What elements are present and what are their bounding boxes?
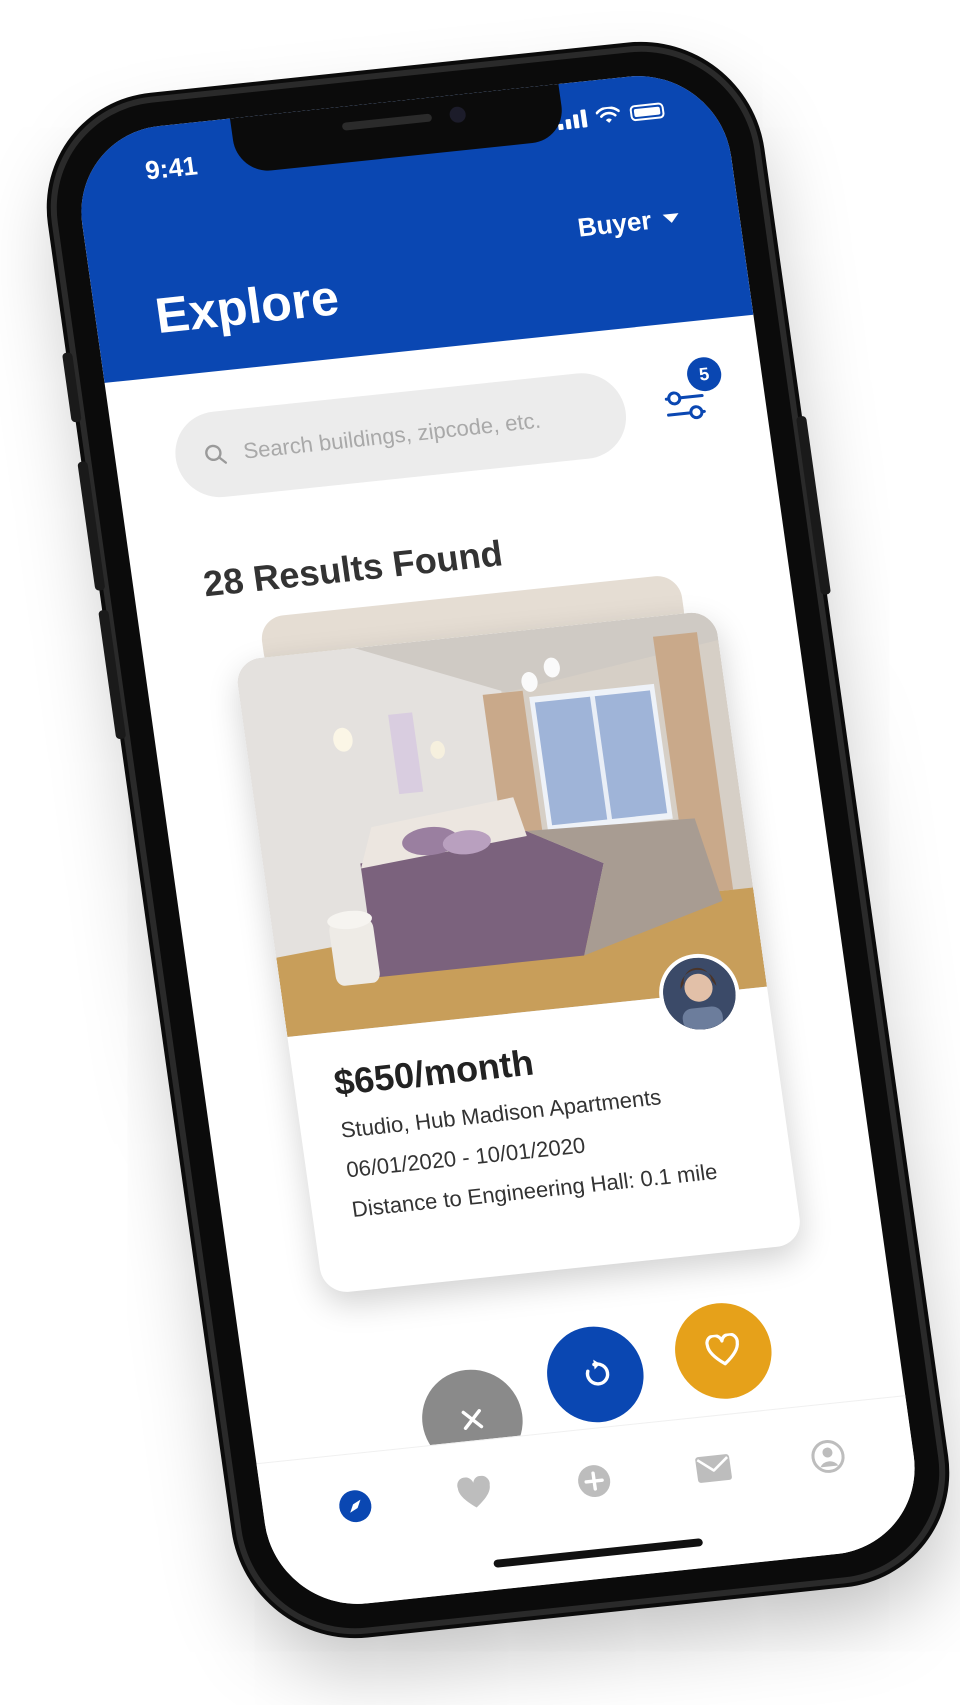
mute-switch [62, 352, 82, 423]
status-icons [556, 101, 666, 131]
chevron-down-icon [662, 213, 680, 224]
close-icon [461, 1409, 484, 1430]
phone-frame: 9:41 Buyer Explore Search buildings, zip… [42, 40, 954, 1640]
phone-screen: 9:41 Buyer Explore Search buildings, zip… [69, 67, 927, 1613]
page-title: Explore [151, 269, 343, 344]
results-count: 28 Results Found [200, 532, 505, 605]
search-row: 5 [169, 355, 724, 502]
undo-icon [585, 1359, 610, 1386]
search-bar[interactable] [169, 368, 632, 502]
speaker [341, 113, 433, 131]
compass-icon [339, 1490, 372, 1523]
like-button[interactable] [668, 1298, 778, 1404]
filter-button[interactable]: 5 [651, 355, 724, 438]
role-dropdown[interactable]: Buyer [576, 202, 682, 243]
search-input[interactable] [239, 400, 600, 466]
heart-icon [457, 1475, 490, 1508]
listing-card[interactable]: $650/month Studio, Hub Madison Apartment… [234, 610, 804, 1295]
volume-up-button [77, 461, 106, 591]
listing-details: $650/month Studio, Hub Madison Apartment… [331, 1020, 756, 1236]
role-dropdown-label: Buyer [575, 205, 654, 243]
battery-icon [629, 102, 666, 122]
front-camera [448, 105, 467, 124]
heart-icon [705, 1332, 739, 1366]
tab-profile[interactable] [803, 1432, 853, 1480]
profile-icon [811, 1440, 845, 1473]
stage: 9:41 Buyer Explore Search buildings, zip… [0, 0, 960, 1705]
search-icon [205, 444, 228, 464]
volume-down-button [98, 609, 127, 740]
tab-messages[interactable] [689, 1444, 739, 1492]
mail-icon [695, 1454, 732, 1483]
tab-explore[interactable] [330, 1482, 380, 1530]
power-button [795, 415, 832, 596]
tab-saved[interactable] [450, 1470, 500, 1518]
home-indicator [493, 1538, 704, 1568]
plus-circle-icon [578, 1465, 611, 1497]
status-time: 9:41 [143, 150, 200, 186]
tab-add[interactable] [569, 1457, 619, 1505]
undo-button[interactable] [540, 1321, 650, 1427]
wifi-icon [595, 106, 620, 123]
